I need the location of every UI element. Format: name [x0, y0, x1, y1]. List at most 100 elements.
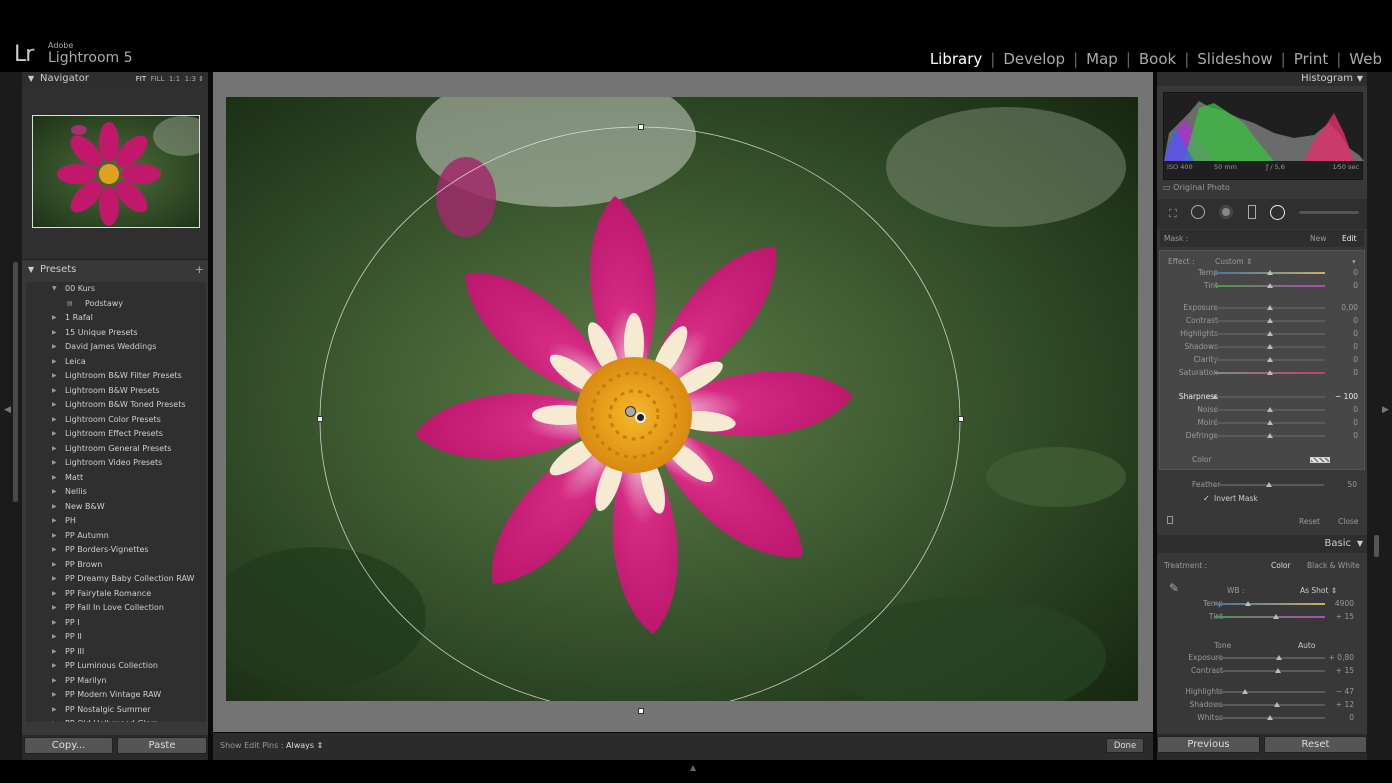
radial-filter-icon[interactable] — [1270, 205, 1285, 220]
preset-item[interactable]: ▶ PP Autumn — [26, 529, 206, 544]
feather-slider-thumb[interactable] — [1266, 482, 1272, 487]
module-print[interactable]: Print — [1286, 50, 1337, 68]
mask-close-button[interactable]: Close — [1338, 517, 1358, 526]
mask-slider-value[interactable]: − 100 — [1328, 392, 1358, 401]
mask-slider-thumb[interactable] — [1267, 283, 1273, 288]
mask-slider-value[interactable]: 0 — [1328, 368, 1358, 377]
mask-slider-thumb[interactable] — [1267, 433, 1273, 438]
presets-header[interactable]: ▼ Presets + — [22, 262, 208, 278]
mask-reset-button[interactable]: Reset — [1299, 517, 1320, 526]
shadows-value[interactable]: + 12 — [1324, 700, 1354, 709]
exposure-slider-track[interactable] — [1215, 657, 1325, 659]
effect-preset-select[interactable]: Custom ⇕ — [1215, 257, 1252, 266]
zoom-1-3[interactable]: 1:3 — [185, 75, 196, 83]
highlights-slider-thumb[interactable] — [1241, 689, 1248, 694]
mask-slider-value[interactable]: 0 — [1328, 342, 1358, 351]
mask-slider-value[interactable]: 0 — [1328, 268, 1358, 277]
mask-switch-icon[interactable] — [1167, 516, 1173, 524]
add-preset-icon[interactable]: + — [195, 262, 204, 278]
contrast-value[interactable]: + 15 — [1324, 666, 1354, 675]
preset-item[interactable]: ▤ Podstawy — [26, 297, 206, 312]
radial-filter-handle-right[interactable] — [958, 416, 964, 422]
white-balance-eyedropper-icon[interactable]: ✎ — [1169, 581, 1179, 595]
contrast-slider-track[interactable] — [1215, 670, 1325, 672]
module-web[interactable]: Web — [1341, 50, 1382, 68]
photo-canvas[interactable] — [226, 97, 1138, 701]
radial-filter-handle-top[interactable] — [638, 124, 644, 130]
mask-edit-option[interactable]: Edit — [1342, 234, 1357, 243]
preset-item[interactable]: ▶ 15 Unique Presets — [26, 326, 206, 341]
histogram[interactable]: ISO 400 50 mm ƒ / 5,6 1⁄50 sec — [1163, 92, 1364, 180]
previous-button[interactable]: Previous — [1157, 736, 1260, 753]
shadows-slider-track[interactable] — [1215, 704, 1325, 706]
mask-slider-thumb[interactable] — [1267, 407, 1273, 412]
red-eye-tool-icon[interactable] — [1219, 205, 1233, 219]
preset-item[interactable]: ▶ Lightroom B&W Filter Presets — [26, 369, 206, 384]
temp-slider-track[interactable] — [1215, 603, 1325, 605]
right-panel-toggle-icon[interactable]: ▶ — [1382, 405, 1389, 415]
preset-item[interactable]: ▶ Lightroom Video Presets — [26, 456, 206, 471]
radial-filter-handle-left[interactable] — [317, 416, 323, 422]
preset-item[interactable]: ▶ Lightroom B&W Toned Presets — [26, 398, 206, 413]
preset-item[interactable]: ▶ PP Fall In Love Collection — [26, 601, 206, 616]
zoom-fit[interactable]: FIT — [136, 75, 146, 83]
mask-slider-thumb[interactable] — [1267, 370, 1273, 375]
mask-slider-value[interactable]: 0 — [1328, 329, 1358, 338]
histogram-header[interactable]: Histogram ▼ — [1157, 72, 1367, 86]
preset-item[interactable]: ▶ PP Borders-Vignettes — [26, 543, 206, 558]
tone-auto-button[interactable]: Auto — [1298, 641, 1315, 650]
done-button[interactable]: Done — [1106, 738, 1144, 753]
shadows-slider-thumb[interactable] — [1273, 702, 1280, 707]
radial-filter-handle-bottom[interactable] — [638, 708, 644, 714]
exposure-value[interactable]: + 0,80 — [1324, 653, 1354, 662]
temp-value[interactable]: 4900 — [1324, 599, 1354, 608]
edit-pins-select[interactable]: Always ⇕ — [286, 741, 323, 750]
right-scrollbar[interactable] — [1374, 535, 1379, 557]
reset-button[interactable]: Reset — [1264, 736, 1367, 753]
navigator-thumbnail[interactable] — [32, 115, 200, 228]
paste-button[interactable]: Paste — [117, 737, 207, 754]
spot-removal-tool-icon[interactable] — [1191, 205, 1205, 219]
preset-item[interactable]: ▶ PP II — [26, 630, 206, 645]
mask-slider-thumb[interactable] — [1267, 331, 1273, 336]
module-book[interactable]: Book — [1131, 50, 1184, 68]
preset-item[interactable]: ▶ Lightroom B&W Presets — [26, 384, 206, 399]
crop-tool-icon[interactable]: ⛶ — [1169, 207, 1177, 221]
color-swatch[interactable] — [1310, 457, 1330, 463]
preset-item[interactable]: ▶ Lightroom Color Presets — [26, 413, 206, 428]
treatment-color-option[interactable]: Color — [1271, 561, 1291, 570]
preset-item[interactable]: ▶ David James Weddings — [26, 340, 206, 355]
mask-slider-thumb[interactable] — [1267, 420, 1273, 425]
preset-item[interactable]: ▶ Nellis — [26, 485, 206, 500]
basic-header[interactable]: Basic ▼ — [1157, 535, 1367, 553]
preset-item[interactable]: ▶ PH — [26, 514, 206, 529]
invert-mask-checkbox[interactable]: ✓ — [1203, 494, 1210, 503]
mask-slider-value[interactable]: 0 — [1328, 405, 1358, 414]
feather-value[interactable]: 50 — [1327, 480, 1357, 489]
preset-item[interactable]: ▶ PP Dreamy Baby Collection RAW — [26, 572, 206, 587]
preset-item[interactable]: ▼ 00 Kurs — [26, 282, 206, 297]
mask-slider-track[interactable] — [1215, 396, 1325, 398]
filmstrip-toggle-icon[interactable]: ▲ — [690, 763, 696, 772]
preset-item[interactable]: ▶ Leica — [26, 355, 206, 370]
module-develop[interactable]: Develop — [995, 50, 1073, 68]
temp-slider-thumb[interactable] — [1245, 601, 1251, 606]
mask-slider-thumb[interactable] — [1267, 305, 1273, 310]
tint-slider-thumb[interactable] — [1272, 614, 1279, 619]
mask-slider-value[interactable]: 0 — [1328, 281, 1358, 290]
highlights-slider-track[interactable] — [1215, 691, 1325, 693]
mask-slider-thumb[interactable] — [1267, 318, 1273, 323]
exposure-slider-thumb[interactable] — [1275, 655, 1282, 660]
mask-slider-thumb[interactable] — [1267, 357, 1273, 362]
preset-item[interactable]: ▶ Lightroom General Presets — [26, 442, 206, 457]
tint-slider-track[interactable] — [1215, 616, 1325, 618]
mask-slider-value[interactable]: 0 — [1328, 316, 1358, 325]
module-map[interactable]: Map — [1078, 50, 1126, 68]
active-edit-pin-icon[interactable] — [635, 412, 646, 423]
graduated-filter-icon[interactable] — [1248, 205, 1256, 219]
mask-slider-thumb[interactable] — [1267, 270, 1273, 275]
preset-item[interactable]: ▶ Matt — [26, 471, 206, 486]
mask-slider-thumb[interactable] — [1212, 394, 1218, 399]
zoom-fill[interactable]: FILL — [151, 75, 165, 83]
navigator-header[interactable]: ▼ Navigator FIT FILL 1:1 1:3 ⇕ — [22, 72, 208, 86]
